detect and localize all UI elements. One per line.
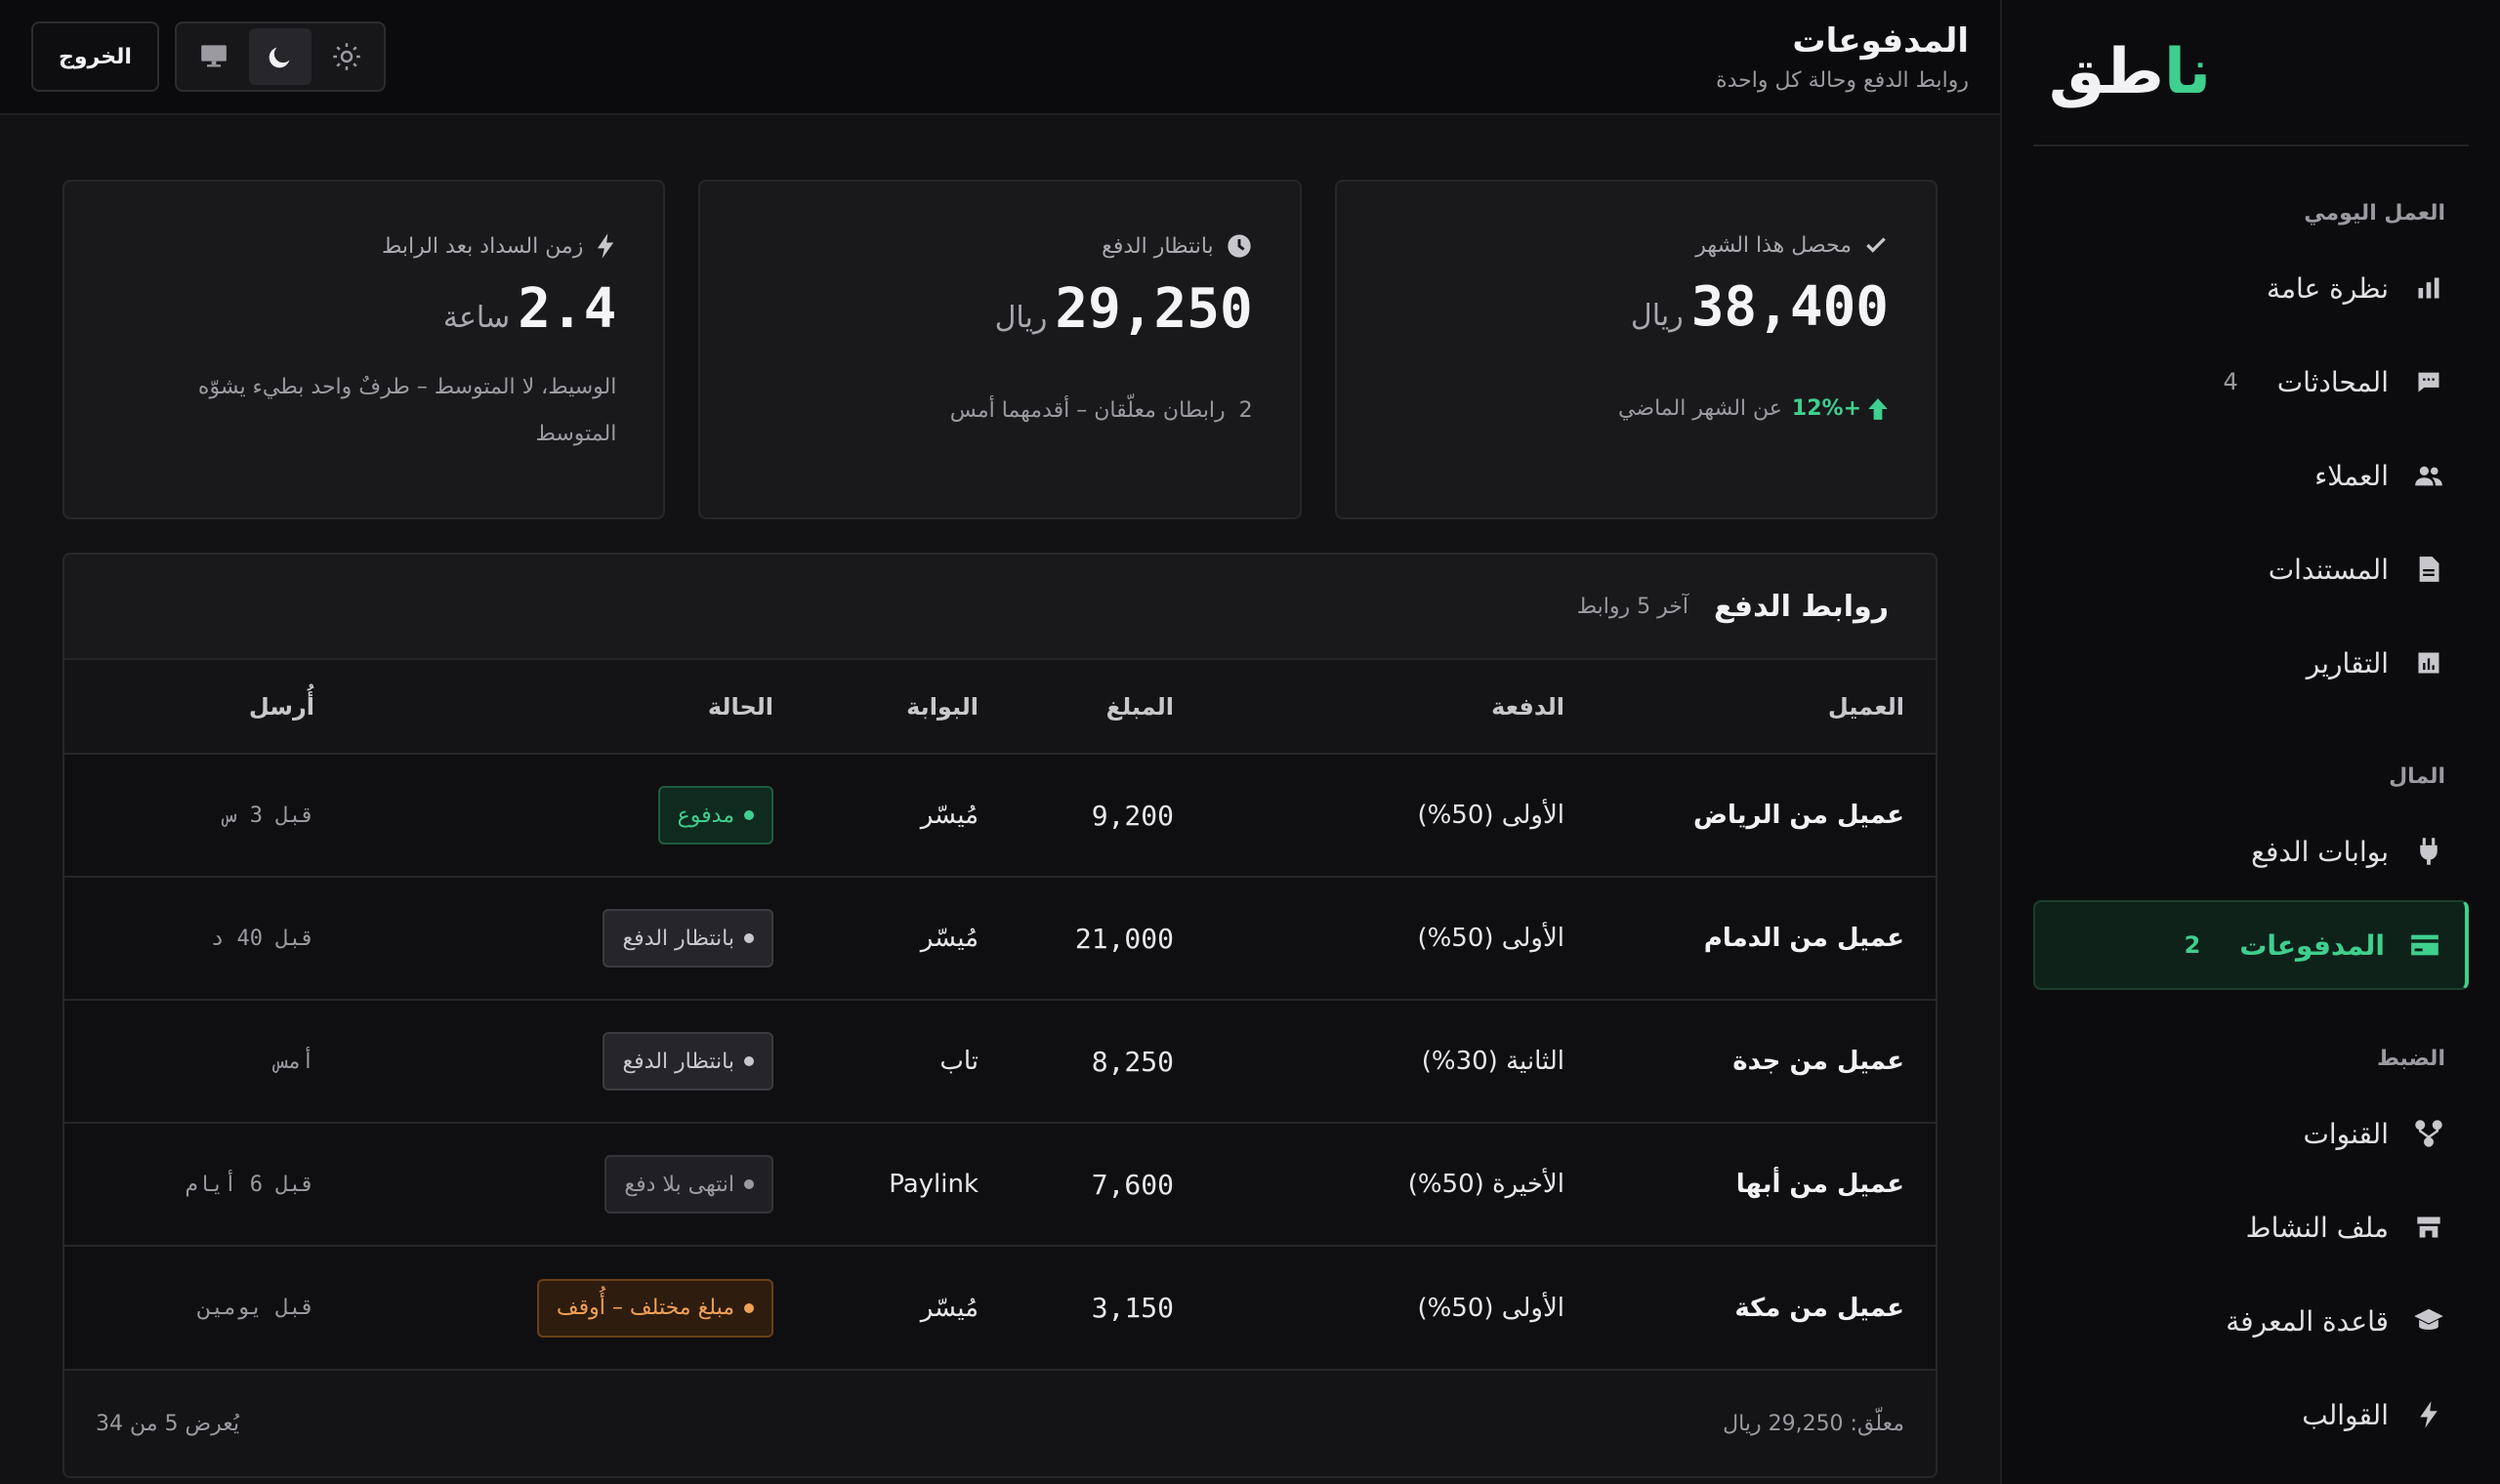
conversations-count: 4 — [2223, 368, 2238, 395]
sidebar-item-business-profile[interactable]: ملف النشاط — [2033, 1182, 2469, 1272]
sidebar-item-overview[interactable]: نظرة عامة — [2033, 243, 2469, 333]
page-title: المدفوعات — [1792, 21, 1969, 61]
store-icon — [2412, 1214, 2445, 1241]
table-title: روابط الدفع — [1713, 589, 1889, 624]
pending-total: معلّق: 29,250 ريال — [1723, 1411, 1904, 1436]
chat-icon — [2412, 368, 2445, 395]
bar-chart-icon — [2412, 274, 2445, 302]
clock-icon — [1226, 232, 1253, 260]
table-row[interactable]: عميل من الدمام الأولى (50%) 21,000 مُيسّ… — [64, 877, 1936, 1000]
sidebar-item-conversations[interactable]: المحادثات 4 — [2033, 337, 2469, 427]
sidebar-item-knowledge-base[interactable]: قاعدة المعرفة — [2033, 1276, 2469, 1366]
stat-card-payment-time: زمن السداد بعد الرابط 2.4 ساعة الوسيط، ل… — [62, 180, 666, 519]
status-badge: بانتظار الدفع — [603, 1032, 773, 1091]
status-badge: انتهى بلا دفع — [604, 1155, 773, 1214]
trend-up: +12% — [1792, 386, 1889, 433]
nav-section-title: العمل اليومي — [2304, 201, 2445, 226]
pagination-info: يُعرض 5 من 34 — [96, 1411, 239, 1436]
page-header: المدفوعات روابط الدفع وحالة كل واحدة الخ… — [0, 0, 2000, 115]
report-icon — [2412, 649, 2445, 677]
sidebar-item-channels[interactable]: القنوات — [2033, 1089, 2469, 1178]
sidebar-item-documents[interactable]: المستندات — [2033, 524, 2469, 614]
pending-value: 29,250 — [1055, 277, 1253, 341]
table-row[interactable]: عميل من الرياض الأولى (50%) 9,200 مُيسّر… — [64, 754, 1936, 877]
graduation-cap-icon — [2412, 1307, 2445, 1335]
status-badge: بانتظار الدفع — [603, 909, 773, 968]
collected-value: 38,400 — [1690, 275, 1889, 339]
logout-button[interactable]: الخروج — [31, 21, 159, 92]
monitor-icon[interactable] — [183, 28, 245, 85]
app-logo[interactable]: نا طق — [2033, 0, 2469, 146]
status-badge: مدفوع — [657, 786, 773, 845]
payment-links-table: روابط الدفع آخر 5 روابط العميل الدفعة ال… — [62, 553, 1938, 1478]
bolt-icon — [2412, 1400, 2445, 1429]
document-icon — [2412, 556, 2445, 583]
moon-icon[interactable] — [248, 28, 312, 85]
arrow-up-icon — [1868, 398, 1888, 420]
page-subtitle: روابط الدفع وحالة كل واحدة — [1716, 67, 1969, 93]
theme-toggle — [174, 21, 386, 92]
plug-icon — [2412, 837, 2445, 866]
sidebar-item-reports[interactable]: التقارير — [2033, 618, 2469, 708]
stat-card-pending: بانتظار الدفع 29,250 ريال 2 رابطان معلّق… — [698, 180, 1302, 519]
nav-section-title: المال — [2389, 764, 2445, 789]
nav-section-title: الضبط — [2376, 1047, 2445, 1071]
table-row[interactable]: عميل من جدة الثانية (30%) 8,250 تاب بانت… — [64, 1000, 1936, 1123]
table-row[interactable]: عميل من أبها الأخيرة (50%) 7,600 Paylink… — [64, 1123, 1936, 1246]
sun-icon[interactable] — [315, 28, 378, 85]
check-icon — [1863, 232, 1889, 258]
card-icon — [2408, 932, 2441, 958]
table-footer: معلّق: 29,250 ريال يُعرض 5 من 34 — [64, 1369, 1936, 1476]
payments-count: 2 — [2184, 931, 2201, 959]
table-subtitle: آخر 5 روابط — [1576, 594, 1688, 619]
table-row[interactable]: عميل من مكة الأولى (50%) 3,150 مُيسّر مب… — [64, 1246, 1936, 1369]
status-badge: مبلغ مختلف – أُوقف — [536, 1278, 773, 1338]
stat-card-collected: محصل هذا الشهر 38,400 ريال +12% عن الشهر… — [1334, 180, 1938, 519]
users-icon — [2412, 462, 2445, 489]
sidebar: نا طق العمل اليومي نظرة عامة المحادثات 4 … — [2000, 0, 2500, 1484]
payment-time-value: 2.4 — [518, 277, 617, 341]
table-header-row: العميل الدفعة المبلغ البوابة الحالة أُرس… — [64, 660, 1936, 754]
sidebar-item-templates[interactable]: القوالب — [2033, 1370, 2469, 1460]
bolt-icon — [595, 232, 616, 260]
main-content: المدفوعات روابط الدفع وحالة كل واحدة الخ… — [0, 0, 2000, 1484]
channels-icon — [2412, 1119, 2445, 1148]
stats-cards: محصل هذا الشهر 38,400 ريال +12% عن الشهر… — [62, 180, 1938, 519]
sidebar-item-payments[interactable]: المدفوعات 2 — [2033, 900, 2469, 990]
sidebar-item-payment-gateways[interactable]: بوابات الدفع — [2033, 806, 2469, 896]
sidebar-item-clients[interactable]: العملاء — [2033, 431, 2469, 520]
